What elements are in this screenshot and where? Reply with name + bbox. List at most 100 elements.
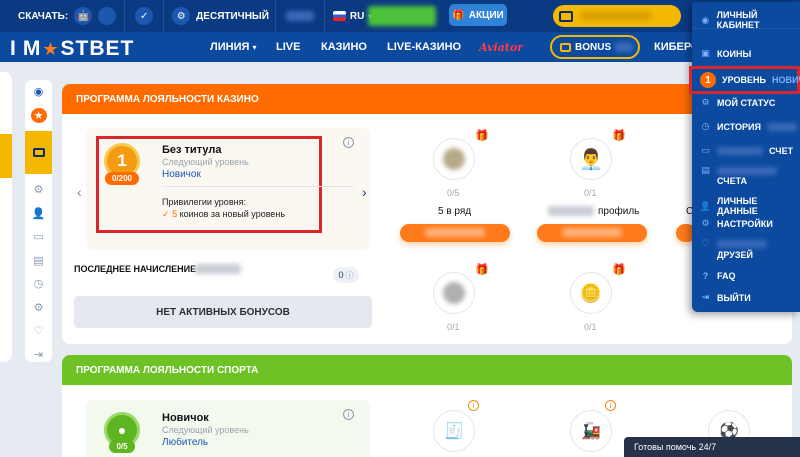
bonus-button[interactable]: BONUS [550,35,640,59]
user-icon[interactable]: ◉ [31,84,47,100]
task-item[interactable]: 🪙 [570,272,612,314]
verify-group: ✓ [125,0,163,32]
gift-icon [560,42,571,52]
blurred-region [717,166,777,175]
menu-coins[interactable]: ▣ КОИНЫ [700,48,751,59]
info-icon[interactable]: i [605,400,616,411]
person-icon: 👤 [699,200,712,211]
shield-check-icon[interactable]: ✓ [135,7,154,25]
download-group: СКАЧАТЬ: 🤖 [0,0,124,32]
collapsed-sidebar [0,72,12,362]
menu-account[interactable]: ▭ СЧЕТ [700,145,793,156]
download-label: СКАЧАТЬ: [18,10,69,22]
menu-label: FAQ [717,270,736,281]
task-action-button[interactable] [400,224,510,242]
menu-friends-label: ДРУЗЕЙ [717,250,754,260]
task-count: 0/1 [584,322,597,332]
menu-level[interactable]: 1 УРОВЕНЬ НОВИЧОК [700,72,800,88]
no-active-bonuses: НЕТ АКТИВНЫХ БОНУСОВ [74,296,372,328]
gear-icon[interactable]: ⚙ [31,182,47,198]
logout-icon[interactable]: ⇥ [31,346,47,362]
nav-casino[interactable]: КАЗИНО [321,41,367,53]
star-icon[interactable]: ★ [30,107,47,124]
question-icon: ? [702,270,709,281]
blurred-region [368,6,436,26]
wallet-icon [32,147,45,157]
next-level-caption: Следующий уровень [162,157,249,167]
menu-label: УРОВЕНЬ [722,75,766,85]
privilege-amount: 5 [172,209,178,219]
task-label: профиль [598,206,640,217]
task-action-button[interactable] [537,224,647,242]
menu-logout[interactable]: ⇥ ВЫЙТИ [700,292,751,303]
accrual-value-pill: 0 ⓘ [333,267,359,283]
wallet-tab[interactable] [25,131,52,174]
menu-friends[interactable]: ♡ [700,238,767,249]
balance-button[interactable] [553,5,681,27]
menu-personal-data[interactable]: 👤 ЛИЧНЫЕ ДАННЫЕ [700,196,800,216]
menu-settings[interactable]: ⚙ НАСТРОЙКИ [700,218,773,229]
sport-next-caption: Следующий уровень [162,425,249,435]
task-item[interactable]: 🧾 [433,410,475,452]
train-icon: 🚂 [581,423,601,440]
heart-icon[interactable]: ♡ [31,323,47,339]
next-arrow-icon[interactable]: › [362,184,367,200]
privileges-title: Привилегии уровня: [162,197,246,207]
settings-icon[interactable]: ⚙ [31,299,47,315]
user-icon: ◉ [701,14,710,25]
blurred-region [581,11,651,21]
task-item[interactable] [433,272,475,314]
prev-arrow-icon[interactable]: ‹ [77,184,82,200]
info-icon[interactable]: i [468,400,479,411]
task-profile[interactable]: 👨‍💼 [570,138,612,180]
menu-personal-cabinet[interactable]: ◉ ЛИЧНЫЙ КАБИНЕТ [700,10,800,30]
promotions-label: АКЦИИ [468,9,504,21]
card-icon: ▭ [701,145,710,155]
account-dropdown: ◉ ЛИЧНЫЙ КАБИНЕТ ▣ КОИНЫ 1 УРОВЕНЬ НОВИЧ… [689,2,800,312]
mostbet-logo[interactable]: I M ★ STBET [10,37,134,61]
info-icon[interactable]: ⓘ [346,270,354,281]
level-progress-badge: 0/200 [105,172,139,185]
info-icon[interactable]: i [343,137,354,148]
sport-progress-badge: 0/5 [109,440,135,453]
divider [162,186,354,187]
task-item[interactable]: 🚂 [570,410,612,452]
logo-text: STBET [60,37,135,60]
card-icon[interactable]: ▭ [31,229,47,245]
menu-history[interactable]: ◷ ИСТОРИЯ [700,121,797,132]
menu-label: НАСТРОЙКИ [717,218,773,229]
clock-icon[interactable]: ◷ [31,276,47,292]
active-indicator [0,134,12,178]
apple-icon[interactable] [98,7,117,25]
blurred-region [548,206,594,216]
promotions-button[interactable]: 🎁 АКЦИИ [449,4,507,26]
support-chat-button[interactable]: Готовы помочь 24/7 [624,437,800,457]
next-level-link[interactable]: Новичок [162,169,201,180]
blurred-region [425,228,485,237]
cash-icon[interactable]: ▤ [31,252,47,268]
person-icon[interactable]: 👤 [31,205,47,221]
gift-icon: 🎁 [475,130,489,142]
menu-my-status[interactable]: ⚙ МОЙ СТАТУС [700,97,775,108]
nav-aviator[interactable]: Aviator [479,41,523,54]
android-icon[interactable]: 🤖 [74,7,93,25]
last-accrual-label: ПОСЛЕДНЕЕ НАЧИСЛЕНИЕ [74,264,197,274]
cash-icon: ▤ [701,165,710,175]
sport-next-link[interactable]: Любитель [162,437,208,448]
cabinet-sidebar: ◉ ★ ⚙ 👤 ▭ ▤ ◷ ⚙ ♡ ⇥ [25,80,52,362]
menu-accounts[interactable]: ▤ [700,165,777,176]
blurred-region [195,264,241,274]
nav-live[interactable]: LIVE [276,41,300,53]
language-label: RU [349,10,365,22]
nav-line[interactable]: ЛИНИЯ ▾ [210,41,256,53]
gear-icon: ⚙ [172,7,191,25]
info-icon[interactable]: i [343,409,354,420]
task-5-in-row[interactable] [433,138,475,180]
level-value: НОВИЧОК [771,75,800,85]
menu-label: ЛИЧНЫЕ ДАННЫЕ [717,196,758,216]
nav-live-casino[interactable]: LIVE-КАЗИНО [387,41,461,53]
logo-text: M [22,37,42,60]
blurred-region [717,146,763,155]
odds-format-select[interactable]: ⚙ ДЕСЯТИЧНЫЙ [164,0,275,32]
menu-faq[interactable]: ? FAQ [700,270,736,281]
